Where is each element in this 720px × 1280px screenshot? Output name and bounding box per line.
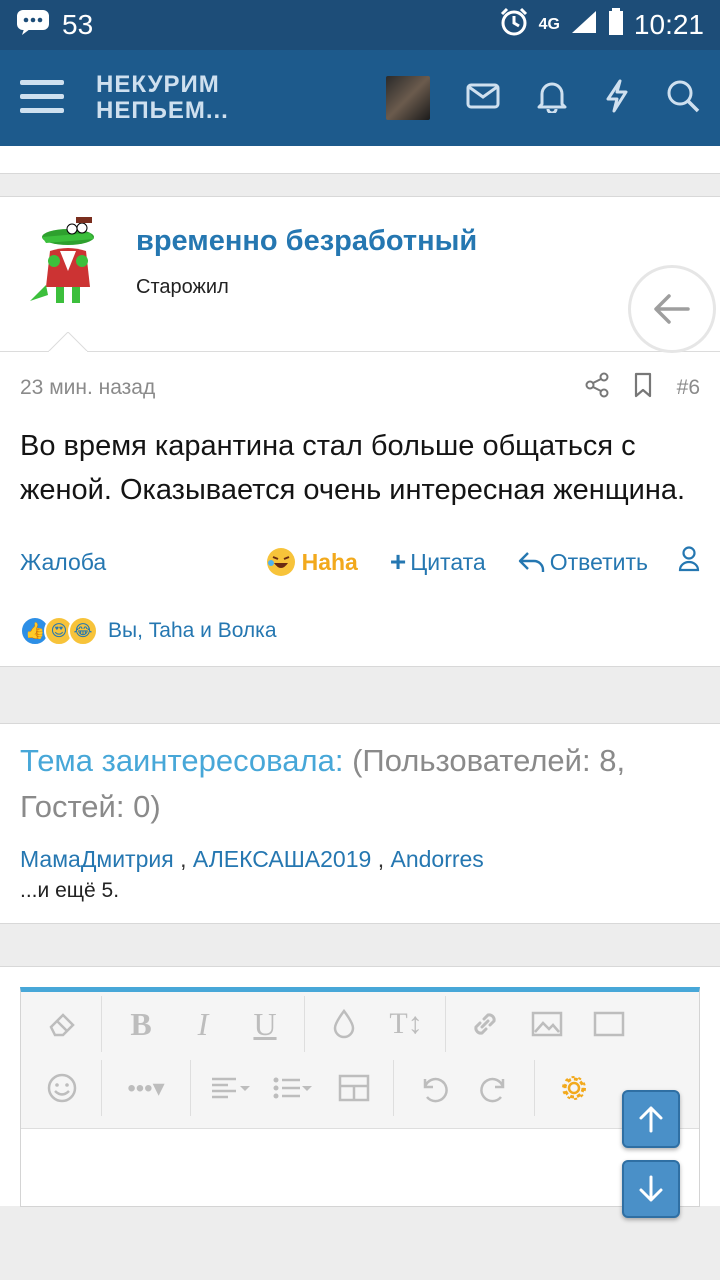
viewers-title: Тема заинтересовала: (Пользователей: 8, …	[20, 738, 700, 830]
haha-icon: 😂	[68, 616, 98, 646]
align-icon[interactable]	[199, 1064, 261, 1112]
eraser-icon[interactable]	[31, 1000, 93, 1048]
viewers-list: МамаДмитрия , АЛЕКСАША2019 , Andorres	[20, 846, 700, 873]
viewers-more[interactable]: ...и ещё 5.	[20, 879, 700, 903]
chat-notification-icon	[16, 9, 50, 42]
post-body: Во время карантина стал больше общаться …	[20, 430, 686, 506]
viewers-title-main: Тема заинтересовала:	[20, 743, 344, 778]
post-number[interactable]: #6	[677, 376, 700, 400]
italic-icon[interactable]: I	[172, 1000, 234, 1048]
network-type: 4G	[538, 16, 560, 33]
reply-icon	[518, 552, 544, 572]
editor-toolbar-row-1: B I U T↕	[21, 992, 699, 1056]
reply-textarea[interactable]	[21, 1128, 699, 1206]
viewers-section: Тема заинтересовала: (Пользователей: 8, …	[0, 723, 720, 924]
author-avatar[interactable]	[20, 215, 116, 311]
mail-icon[interactable]	[466, 83, 500, 114]
search-icon[interactable]	[666, 79, 700, 118]
viewer-link[interactable]: АЛЕКСАША2019	[193, 846, 371, 872]
back-button[interactable]	[628, 265, 716, 353]
signal-icon	[570, 9, 598, 42]
font-size-icon[interactable]: T↕	[375, 1000, 437, 1048]
underline-icon[interactable]: U	[234, 1000, 296, 1048]
battery-icon	[608, 7, 624, 43]
report-link[interactable]: Жалоба	[20, 549, 106, 576]
bell-icon[interactable]	[536, 79, 568, 118]
viewer-link[interactable]: Andorres	[390, 846, 483, 872]
author-username[interactable]: временно безработный	[136, 225, 477, 258]
site-logo[interactable]: НЕКУРИМ НЕПЬЕМ...	[96, 72, 229, 124]
smiley-icon[interactable]	[31, 1064, 93, 1112]
reply-editor-container: B I U T↕ •••▾	[0, 966, 720, 1207]
user-avatar[interactable]	[386, 76, 430, 120]
quote-label: Цитата	[410, 548, 486, 575]
arrow-down-icon	[639, 1175, 663, 1202]
plus-icon: +	[389, 546, 407, 577]
user-icon[interactable]	[678, 546, 700, 578]
menu-icon[interactable]	[20, 78, 64, 119]
post-actions: Жалоба Haha + Цитата Ответить	[0, 512, 720, 612]
post-time[interactable]: 23 мин. назад	[20, 376, 155, 400]
reactions-summary[interactable]: 👍 😍 😂 Вы, Taha и Волка	[0, 612, 720, 666]
alarm-icon	[499, 7, 529, 44]
laughing-emoji-icon	[266, 548, 295, 576]
post-card: временно безработный Старожил 23 мин. на…	[0, 196, 720, 667]
media-icon[interactable]	[578, 1000, 640, 1048]
status-bar: 53 4G 10:21	[0, 0, 720, 50]
reactions-users[interactable]: Вы, Taha и Волка	[108, 619, 277, 643]
clock: 10:21	[633, 9, 704, 40]
app-header: НЕКУРИМ НЕПЬЕМ...	[0, 50, 720, 146]
scroll-down-button[interactable]	[622, 1160, 680, 1218]
viewer-separator: ,	[180, 846, 187, 872]
notification-count: 53	[62, 9, 94, 40]
author-pointer	[48, 332, 88, 352]
viewer-link[interactable]: МамаДмитрия	[20, 846, 174, 872]
editor-toolbar-row-2: •••▾	[21, 1056, 699, 1120]
scroll-up-button[interactable]	[622, 1090, 680, 1148]
bookmark-icon[interactable]	[633, 372, 653, 404]
image-icon[interactable]	[516, 1000, 578, 1048]
logo-line-1: НЕКУРИМ	[96, 71, 220, 98]
color-drop-icon[interactable]	[313, 1000, 375, 1048]
gear-icon[interactable]	[543, 1064, 605, 1112]
arrow-up-icon	[639, 1106, 663, 1133]
lightning-icon[interactable]	[604, 79, 630, 118]
post-author-header: временно безработный Старожил	[0, 197, 720, 353]
share-icon[interactable]	[585, 372, 609, 404]
bold-icon[interactable]: B	[110, 1000, 172, 1048]
logo-line-2: НЕПЬЕМ...	[96, 97, 229, 124]
post-meta: 23 мин. назад #6	[0, 352, 720, 424]
link-icon[interactable]	[454, 1000, 516, 1048]
list-icon[interactable]	[261, 1064, 323, 1112]
reply-button[interactable]: Ответить	[518, 549, 648, 576]
reaction-label: Haha	[301, 548, 358, 575]
author-title: Старожил	[136, 276, 229, 298]
reaction-button[interactable]: Haha	[266, 547, 358, 577]
more-options-icon[interactable]: •••▾	[110, 1064, 182, 1112]
table-icon[interactable]	[323, 1064, 385, 1112]
undo-icon[interactable]	[402, 1064, 464, 1112]
reply-label: Ответить	[549, 548, 648, 575]
redo-icon[interactable]	[464, 1064, 526, 1112]
arrow-left-icon	[654, 294, 690, 324]
quote-button[interactable]: + Цитата	[390, 546, 486, 578]
reply-editor: B I U T↕ •••▾	[20, 987, 700, 1207]
viewer-separator: ,	[377, 846, 385, 872]
